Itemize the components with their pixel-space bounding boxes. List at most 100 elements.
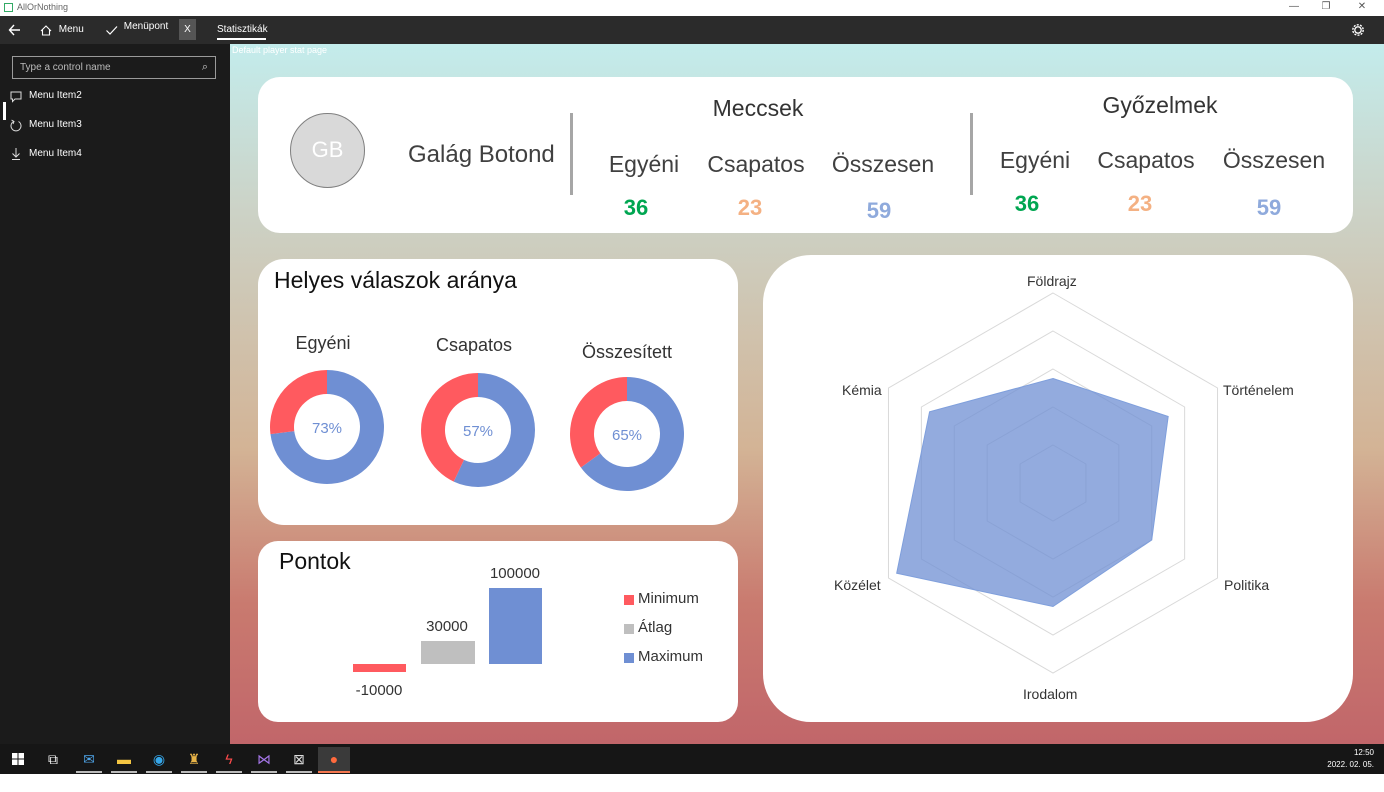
legend-swatch-minimum <box>624 595 634 605</box>
screen-bottom-strip <box>0 774 1384 792</box>
tab-selected-indicator <box>217 38 266 40</box>
search-input[interactable]: Type a control name ⌕ <box>12 56 216 79</box>
radar-label-kemia: Kémia <box>842 382 882 398</box>
running-indicator <box>286 771 312 773</box>
ratio-title: Helyes válaszok aránya <box>274 267 517 293</box>
meccsek-value-csapatos: 23 <box>737 195 763 220</box>
radar-label-foldrajz: Földrajz <box>1027 273 1077 289</box>
legend-swatch-atlag <box>624 624 634 634</box>
clock-date: 2022. 02. 05. <box>1327 760 1374 769</box>
bar-label-atlag: 30000 <box>426 618 468 635</box>
bar-label-minimum: -10000 <box>355 682 403 699</box>
meccsek-label-osszesen: Összesen <box>831 151 935 177</box>
legend-label-maximum: Maximum <box>638 648 704 665</box>
menu-button[interactable]: Menu <box>40 16 84 44</box>
radar-label-irodalom: Irodalom <box>1023 686 1078 702</box>
taskbar: ⧉ ✉ ▬ ◉ ♜ ϟ ⋈ ⊠ ● 12:50 2022. 02. 05. <box>0 744 1384 774</box>
settings-button[interactable] <box>1352 16 1364 44</box>
divider <box>970 113 973 195</box>
menupont-label: Menüpont <box>123 21 169 32</box>
edge-icon[interactable]: ◉ <box>146 747 172 771</box>
sidebar-item-label: Menu Item2 <box>29 90 82 101</box>
bar-maximum <box>489 588 542 664</box>
powerpoint-icon[interactable]: ● <box>318 747 350 771</box>
visual-studio-icon[interactable]: ⋈ <box>251 747 277 771</box>
minimize-icon[interactable]: — <box>1278 0 1310 14</box>
file-explorer-icon[interactable]: ▬ <box>111 747 137 771</box>
sidebar-item-menu-item4[interactable]: Menu Item4 <box>0 144 230 164</box>
running-indicator <box>216 771 242 773</box>
running-indicator <box>146 771 172 773</box>
app-window-icon[interactable]: ⊠ <box>286 747 312 771</box>
player-name: Galág Botond <box>408 141 555 168</box>
meccsek-value-egyeni: 36 <box>623 195 649 220</box>
donut-segment-wrong <box>570 377 627 468</box>
running-indicator <box>111 771 137 773</box>
running-indicator <box>181 771 207 773</box>
correct-ratio-card: Helyes válaszok aránya Egyéni Csapatos Ö… <box>258 259 738 525</box>
donut-chart-egyeni: 73% <box>270 370 384 484</box>
refresh-icon <box>9 115 23 142</box>
running-indicator <box>318 771 350 773</box>
sidebar-item-menu-item3[interactable]: Menu Item3 <box>0 115 230 135</box>
meccsek-label-egyeni: Egyéni <box>608 151 680 177</box>
menupont-button[interactable]: Menüpont <box>105 16 168 44</box>
points-title: Pontok <box>279 548 351 574</box>
legend-swatch-maximum <box>624 653 634 663</box>
avatar: GB <box>290 113 365 188</box>
restore-icon[interactable]: ❐ <box>1310 0 1342 14</box>
command-bar: Menu Menüpont X Statisztikák <box>0 16 1384 44</box>
window-title-bar: AllOrNothing — ❐ ✕ <box>0 0 1384 16</box>
search-icon[interactable]: ⌕ <box>202 57 208 78</box>
player-summary-card: GB Galág Botond Meccsek Egyéni Csapatos … <box>258 77 1353 233</box>
clock-time: 12:50 <box>1353 748 1374 757</box>
gyozelmek-label-csapatos: Csapatos <box>1097 147 1195 173</box>
game-launcher-icon[interactable]: ♜ <box>181 747 207 771</box>
meccsek-label-csapatos: Csapatos <box>707 151 805 177</box>
close-window-icon[interactable]: ✕ <box>1346 0 1378 14</box>
gear-icon <box>1352 24 1364 36</box>
donut-label-osszesitett: Összesített <box>581 342 673 362</box>
donut-value-osszesitett: 65% <box>612 427 642 444</box>
task-view-icon[interactable]: ⧉ <box>40 747 66 771</box>
donut-value-csapatos: 57% <box>463 423 493 440</box>
donut-value-egyeni: 73% <box>312 420 342 437</box>
mail-icon[interactable]: ✉ <box>76 747 102 771</box>
legend-label-atlag: Átlag <box>638 619 673 636</box>
topic-radar-card: Földrajz Történelem Politika Irodalom Kö… <box>763 255 1353 722</box>
sidebar-item-menu-item2[interactable]: Menu Item2 <box>0 86 230 106</box>
taskbar-clock[interactable]: 12:50 2022. 02. 05. <box>1327 747 1374 771</box>
legend-label-minimum: Minimum <box>638 590 699 607</box>
window-title: AllOrNothing <box>17 2 69 12</box>
radar-label-kozelet: Közélet <box>834 577 881 593</box>
gyozelmek-value-csapatos: 23 <box>1127 191 1153 216</box>
home-icon <box>40 25 52 36</box>
divider <box>570 113 573 195</box>
donut-chart-osszesitett: 65% <box>570 377 684 491</box>
chat-icon <box>9 86 23 113</box>
meccsek-title: Meccsek <box>712 95 804 121</box>
search-placeholder: Type a control name <box>20 62 111 73</box>
running-indicator <box>76 771 102 773</box>
radar-chart <box>887 292 1219 674</box>
bar-label-maximum: 100000 <box>489 565 541 582</box>
stats-content: Default player stat page GB Galág Botond… <box>230 44 1384 744</box>
arrow-left-icon <box>8 24 20 36</box>
bar-minimum <box>353 664 406 672</box>
close-tab-button[interactable]: X <box>179 19 196 40</box>
radar-label-politika: Politika <box>1224 577 1270 593</box>
gyozelmek-label-egyeni: Egyéni <box>999 147 1071 173</box>
lightning-app-icon[interactable]: ϟ <box>216 747 242 771</box>
sidebar-item-label: Menu Item3 <box>29 119 82 130</box>
running-indicator <box>251 771 277 773</box>
back-button[interactable] <box>8 16 22 44</box>
donut-chart-csapatos: 57% <box>421 373 535 487</box>
gyozelmek-value-egyeni: 36 <box>1014 191 1040 216</box>
gyozelmek-title: Győzelmek <box>1102 92 1218 118</box>
sidebar: Type a control name ⌕ Menu Item2 Menu It… <box>0 44 230 744</box>
windows-start-icon[interactable] <box>5 747 31 771</box>
radar-data-area <box>896 377 1169 608</box>
gyozelmek-value-osszesen: 59 <box>1256 195 1282 220</box>
bar-atlag <box>421 641 475 664</box>
meccsek-value-osszesen: 59 <box>866 198 892 223</box>
